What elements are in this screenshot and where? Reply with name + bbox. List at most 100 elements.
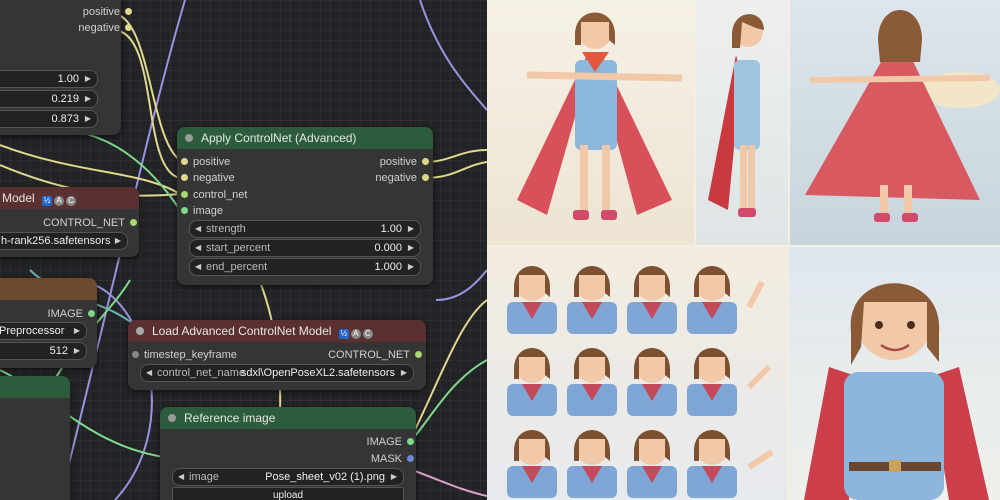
- value-widget-2[interactable]: 0.219 ▶: [0, 90, 98, 108]
- partial-node-bottom-left[interactable]: [0, 376, 70, 500]
- end-percent-value: 1.000: [374, 261, 402, 273]
- output-control-net-label: CONTROL_NET: [43, 217, 125, 229]
- load-advanced-controlnet-title: Load Advanced ControlNet Model: [152, 324, 332, 338]
- dropdown-arrow-right-icon[interactable]: ▶: [85, 91, 91, 107]
- expression-grid-panel: [487, 247, 787, 500]
- value-widget-2-value: 0.219: [51, 93, 79, 105]
- value-widget-1[interactable]: 1.00 ▶: [0, 70, 98, 88]
- dropdown-arrow-left-icon[interactable]: ◀: [178, 469, 184, 485]
- dropdown-arrow-right-icon[interactable]: ▶: [408, 221, 414, 237]
- badge-icon: ½AC: [42, 188, 78, 210]
- output-image-socket[interactable]: [88, 310, 95, 317]
- output-positive-socket[interactable]: [125, 8, 132, 15]
- node-collapse-dot-icon[interactable]: [136, 327, 144, 335]
- start-percent-widget[interactable]: ◀ start_percent 0.000 ▶: [189, 239, 421, 257]
- dropdown-arrow-left-icon[interactable]: ◀: [195, 259, 201, 275]
- value-widget-3-value: 0.873: [51, 113, 79, 125]
- badge-a-icon: A: [350, 328, 361, 339]
- dropdown-arrow-right-icon[interactable]: ▶: [408, 240, 414, 256]
- output-negative-label: negative: [78, 22, 120, 34]
- dropdown-arrow-right-icon[interactable]: ▶: [85, 111, 91, 127]
- output-mask-socket[interactable]: [407, 455, 414, 462]
- strength-value: 1.00: [380, 223, 402, 235]
- dropdown-arrow-right-icon[interactable]: ▶: [408, 259, 414, 275]
- control-net-name-widget[interactable]: ◀ control_net_name sdxl\OpenPoseXL2.safe…: [140, 364, 414, 382]
- input-timestep-keyframe-socket[interactable]: [132, 351, 139, 358]
- start-percent-value: 0.000: [374, 242, 402, 254]
- apply-controlnet-node[interactable]: Apply ControlNet (Advanced) positive neg…: [177, 127, 433, 285]
- badge-c-icon: C: [362, 328, 373, 339]
- node-collapse-dot-icon[interactable]: [185, 134, 193, 142]
- control-net-name-value: sdxl\OpenPoseXL2.safetensors: [240, 367, 395, 379]
- load-advanced-controlnet-header[interactable]: Load Advanced ControlNet Model ½AC: [128, 320, 426, 342]
- dropdown-arrow-right-icon[interactable]: ▶: [391, 469, 397, 485]
- value-widget-1-value: 1.00: [57, 73, 79, 85]
- preprocessor-node[interactable]: IMAGE Preprocessor ▶ 512 ▶: [0, 278, 97, 368]
- output-image-socket[interactable]: [407, 438, 414, 445]
- controlnet-model-loader-title: Model: [2, 191, 35, 205]
- strength-widget[interactable]: ◀ strength 1.00 ▶: [189, 220, 421, 238]
- dropdown-arrow-left-icon[interactable]: ◀: [146, 365, 152, 381]
- start-percent-label: start_percent: [206, 242, 271, 254]
- dropdown-arrow-left-icon[interactable]: ◀: [195, 240, 201, 256]
- image-select-widget[interactable]: ◀ image Pose_sheet_v02 (1).png ▶: [172, 468, 404, 486]
- resolution-value: 512: [49, 345, 68, 357]
- input-timestep-keyframe-label: timestep_keyframe: [144, 349, 237, 361]
- partial-node-header[interactable]: [0, 376, 70, 398]
- reference-pose-sheet-image: [487, 0, 1000, 500]
- output-negative-socket[interactable]: [422, 174, 429, 181]
- input-negative-socket[interactable]: [181, 174, 188, 181]
- node-graph-canvas[interactable]: positive negative 1.00 ▶ 0.219 ▶ 0.873 ▶…: [0, 0, 487, 500]
- dropdown-arrow-right-icon[interactable]: ▶: [74, 323, 80, 339]
- input-positive-socket[interactable]: [181, 158, 188, 165]
- controlnet-model-loader-header[interactable]: Model ½AC: [0, 187, 139, 209]
- input-image-label: image: [193, 205, 223, 217]
- preprocessor-widget[interactable]: Preprocessor ▶: [0, 322, 87, 340]
- upload-button[interactable]: upload: [172, 487, 404, 500]
- sampler-settings-node[interactable]: positive negative 1.00 ▶ 0.219 ▶ 0.873 ▶: [0, 0, 132, 135]
- controlnet-model-loader-node[interactable]: Model ½AC CONTROL_NET h-rank256.safetens…: [0, 187, 139, 257]
- output-control-net-socket[interactable]: [415, 351, 422, 358]
- input-negative-label: negative: [193, 172, 235, 184]
- output-positive-socket[interactable]: [422, 158, 429, 165]
- reference-image-node[interactable]: Reference image IMAGE MASK ◀ image Pose_…: [160, 407, 416, 500]
- portrait-panel: [789, 247, 1000, 500]
- dropdown-arrow-right-icon[interactable]: ▶: [115, 233, 121, 249]
- output-negative-socket[interactable]: [125, 24, 132, 31]
- model-name-value: h-rank256.safetensors: [1, 235, 111, 247]
- badge-icon: ½AC: [338, 321, 375, 343]
- resolution-widget[interactable]: 512 ▶: [0, 342, 87, 360]
- input-control-net-label: control_net: [193, 189, 248, 201]
- output-positive-label: positive: [379, 156, 417, 168]
- output-positive-label: positive: [82, 6, 120, 18]
- preprocessor-header[interactable]: [0, 278, 97, 300]
- output-image-label: IMAGE: [47, 308, 83, 320]
- value-widget-3[interactable]: 0.873 ▶: [0, 110, 98, 128]
- output-image-label: IMAGE: [366, 436, 402, 448]
- model-name-widget[interactable]: h-rank256.safetensors ▶: [0, 232, 128, 250]
- end-percent-widget[interactable]: ◀ end_percent 1.000 ▶: [189, 258, 421, 276]
- node-collapse-dot-icon[interactable]: [168, 414, 176, 422]
- output-control-net-socket[interactable]: [130, 219, 137, 226]
- dropdown-arrow-left-icon[interactable]: ◀: [195, 221, 201, 237]
- apply-controlnet-header[interactable]: Apply ControlNet (Advanced): [177, 127, 433, 149]
- output-control-net-label: CONTROL_NET: [328, 349, 410, 361]
- input-control-net-socket[interactable]: [181, 191, 188, 198]
- dropdown-arrow-right-icon[interactable]: ▶: [85, 71, 91, 87]
- image-select-value: Pose_sheet_v02 (1).png: [265, 471, 385, 483]
- badge-a-icon: A: [54, 195, 65, 206]
- dropdown-arrow-right-icon[interactable]: ▶: [74, 343, 80, 359]
- end-percent-label: end_percent: [206, 261, 268, 273]
- badge-half-icon: ½: [42, 195, 53, 206]
- badge-c-icon: C: [66, 195, 77, 206]
- dropdown-arrow-right-icon[interactable]: ▶: [401, 365, 407, 381]
- pose-panel-front: [487, 0, 694, 245]
- input-positive-label: positive: [193, 156, 231, 168]
- reference-image-title: Reference image: [184, 411, 276, 425]
- reference-image-header[interactable]: Reference image: [160, 407, 416, 429]
- apply-controlnet-title: Apply ControlNet (Advanced): [201, 131, 357, 145]
- input-image-socket[interactable]: [181, 207, 188, 214]
- strength-label: strength: [206, 223, 246, 235]
- output-mask-label: MASK: [370, 453, 402, 465]
- load-advanced-controlnet-node[interactable]: Load Advanced ControlNet Model ½AC times…: [128, 320, 426, 390]
